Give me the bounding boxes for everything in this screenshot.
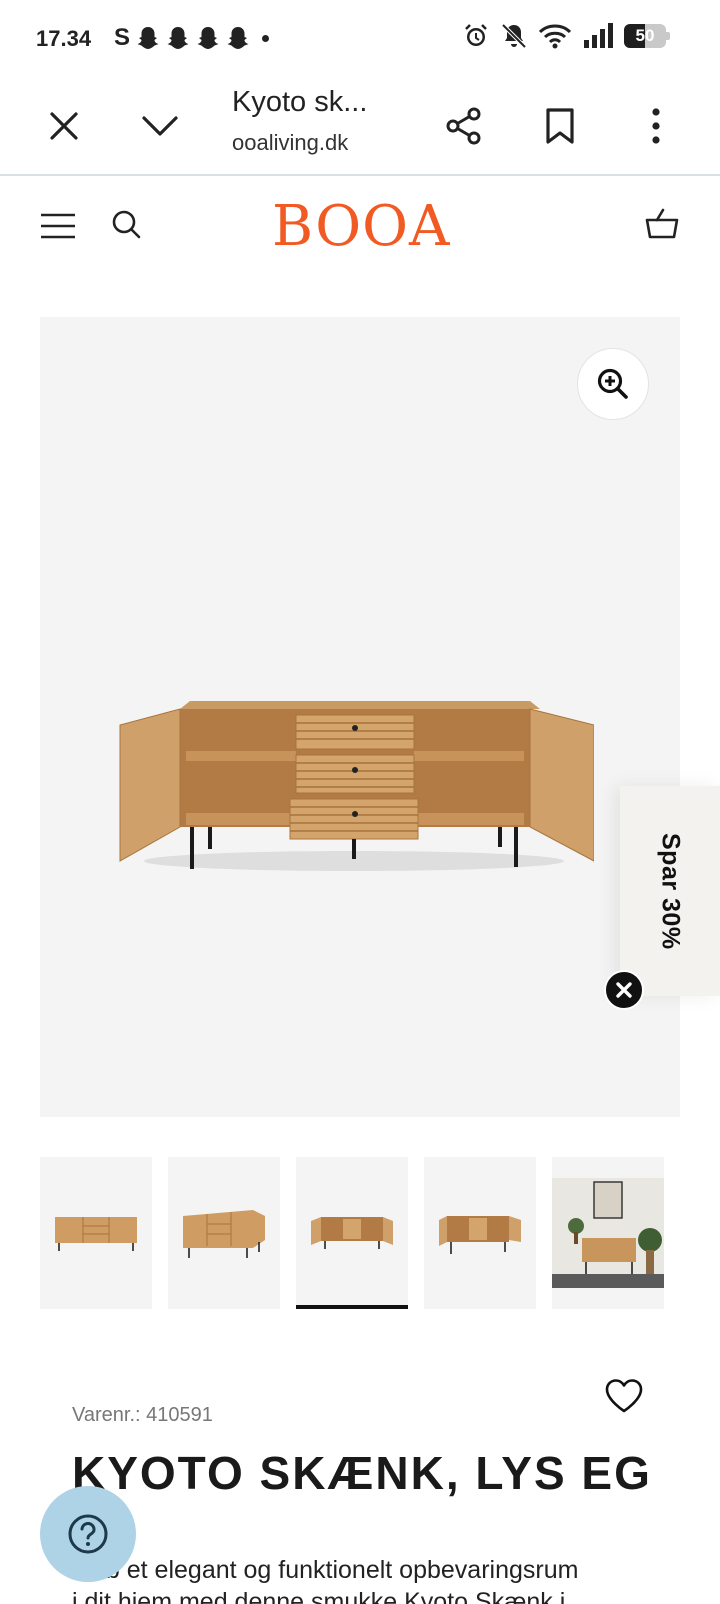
s-app-icon: S xyxy=(114,24,131,51)
snapchat-icon xyxy=(227,27,249,49)
promo-label: Spar 30% xyxy=(656,832,685,950)
snapchat-icon xyxy=(167,27,189,49)
thumbnail-image xyxy=(183,1210,265,1258)
status-time: 17.34 xyxy=(36,26,92,51)
search-button[interactable] xyxy=(106,204,146,244)
more-icon xyxy=(652,108,660,144)
thumbnail-open-angle[interactable] xyxy=(424,1157,536,1309)
wifi-icon xyxy=(538,24,572,49)
close-icon xyxy=(50,112,78,140)
share-icon xyxy=(446,107,481,145)
promo-tab[interactable]: Spar 30% xyxy=(620,786,720,996)
product-main-image[interactable] xyxy=(40,317,680,1117)
product-description-line2: i dit hjem med denne smukke Kyoto Skænk … xyxy=(72,1588,566,1604)
help-button[interactable] xyxy=(40,1486,136,1582)
snapchat-icon xyxy=(197,27,219,49)
zoom-in-icon xyxy=(597,368,628,399)
alarm-icon xyxy=(465,24,487,46)
zoom-button[interactable] xyxy=(577,348,649,420)
cart-button[interactable] xyxy=(640,202,684,246)
menu-icon xyxy=(41,213,75,239)
sideboard-image xyxy=(119,701,594,871)
close-tab-button[interactable] xyxy=(36,98,92,154)
browser-toolbar: Kyoto sk... ooaliving.dk xyxy=(0,80,720,176)
help-icon xyxy=(68,1514,108,1554)
product-sku: Varenr.: 410591 xyxy=(72,1404,213,1426)
heart-icon xyxy=(605,1379,643,1413)
battery-icon: 50 xyxy=(624,24,670,48)
thumbnail-image xyxy=(55,1217,137,1251)
thumbnail-room[interactable] xyxy=(552,1157,664,1309)
minimize-button[interactable] xyxy=(132,98,188,154)
search-icon xyxy=(112,210,141,239)
bookmark-icon xyxy=(546,108,574,144)
notification-icons: S xyxy=(114,24,270,52)
booa-logo[interactable]: BOOA xyxy=(272,194,450,259)
status-bar: 17.34 S 50 xyxy=(0,0,720,80)
thumbnail-image xyxy=(311,1217,393,1249)
thumbnail-open[interactable] xyxy=(296,1157,408,1309)
mute-icon xyxy=(501,23,527,49)
site-header: BOOA xyxy=(0,178,720,278)
url-text[interactable]: ooaliving.dk xyxy=(232,130,362,156)
menu-button[interactable] xyxy=(38,206,78,246)
thumbnail-image xyxy=(552,1178,664,1288)
bookmark-button[interactable] xyxy=(532,98,588,154)
dot-icon xyxy=(262,34,270,42)
battery-level: 50 xyxy=(635,26,655,45)
more-options-button[interactable] xyxy=(628,98,684,154)
thumbnail-front[interactable] xyxy=(40,1157,152,1309)
signal-icon xyxy=(584,23,613,48)
wishlist-button[interactable] xyxy=(600,1374,648,1418)
chevron-down-icon xyxy=(142,116,178,136)
share-button[interactable] xyxy=(436,98,492,154)
product-description: ab et elegant og funktionelt opbevarings… xyxy=(92,1556,579,1584)
thumbnail-strip xyxy=(40,1157,720,1312)
product-title: KYOTO SKÆNK, LYS EG xyxy=(72,1447,652,1499)
thumbnail-image xyxy=(439,1216,521,1254)
promo-close-button[interactable] xyxy=(604,970,644,1010)
page-title[interactable]: Kyoto sk... xyxy=(232,86,367,119)
snapchat-icon xyxy=(137,27,159,49)
system-icons: 50 xyxy=(462,22,670,50)
thumbnail-angle[interactable] xyxy=(168,1157,280,1309)
cart-icon xyxy=(645,208,679,239)
close-icon xyxy=(616,982,632,998)
